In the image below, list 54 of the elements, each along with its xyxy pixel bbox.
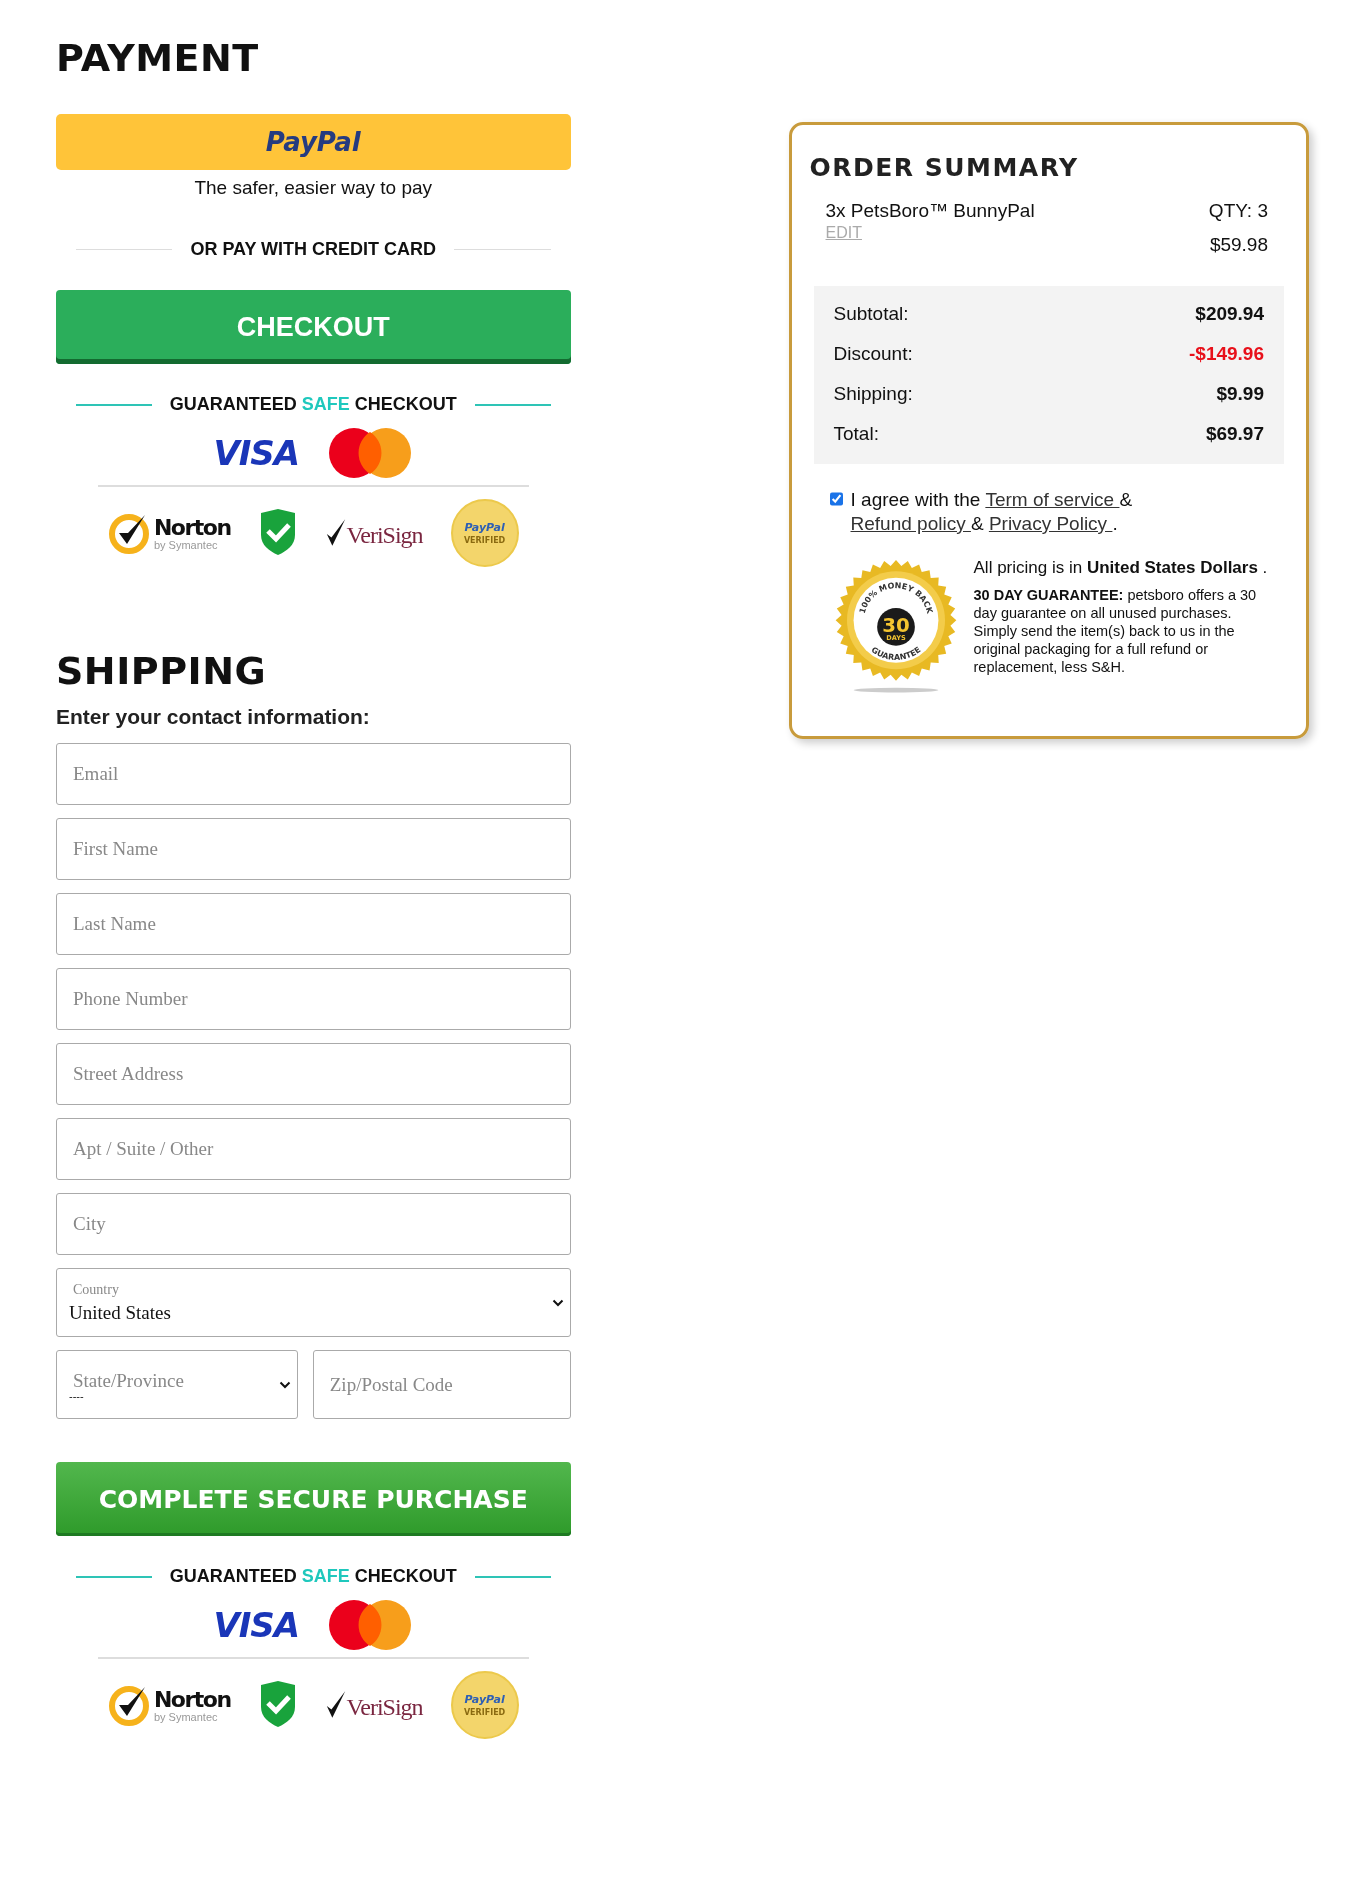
checkmark-circle-icon — [107, 511, 152, 555]
text-field[interactable]: Street Address — [56, 1043, 571, 1105]
text-field[interactable]: Apt / Suite / Other — [56, 1118, 571, 1180]
norton-tagline: by Symantec — [153, 1712, 219, 1723]
total-value: $69.97 — [1205, 423, 1264, 445]
section-title: PAYMENT — [56, 36, 259, 80]
seal-caption: VERIFIED — [463, 1708, 506, 1717]
seal-title: PayPal — [464, 1693, 505, 1706]
policy-link[interactable]: Privacy Policy — [988, 513, 1113, 534]
paypal-button[interactable]: PayPal — [56, 114, 571, 170]
text-field[interactable]: Zip/Postal Code — [312, 1350, 571, 1419]
country-select[interactable]: Country United States — [56, 1268, 571, 1337]
total-value: -$149.96 — [1189, 343, 1264, 365]
guarantee-heading: GUARANTEED SAFE CHECKOUT — [169, 394, 457, 415]
norton-logo-text: Norton — [153, 1687, 231, 1712]
paypal-tagline: The safer, easier way to pay — [193, 177, 434, 199]
policy-link[interactable]: Term of service — [985, 489, 1120, 510]
text-field[interactable]: Last Name — [56, 893, 571, 955]
guarantee-heading: GUARANTEED SAFE CHECKOUT — [169, 1566, 457, 1587]
total-label: Shipping: — [833, 383, 913, 405]
text-field[interactable]: First Name — [56, 818, 571, 880]
money-back-seal-icon — [835, 559, 956, 693]
checkmark-circle-icon — [107, 1683, 152, 1727]
product-name: 3x PetsBoro™ BunnyPal — [825, 200, 1035, 222]
section-subtitle: Enter your contact information: — [56, 705, 371, 729]
pricing-note: All pricing is in United States Dollars . — [973, 558, 1269, 578]
norton-logo-text: Norton — [153, 515, 231, 540]
seal-caption: VERIFIED — [463, 536, 506, 545]
text-field[interactable]: Phone Number — [56, 968, 571, 1030]
chevron-down-icon — [551, 1298, 564, 1307]
norton-tagline: by Symantec — [153, 540, 219, 551]
total-label: Discount: — [833, 343, 913, 365]
section-title: SHIPPING — [56, 649, 267, 693]
text-field[interactable]: Email — [56, 743, 571, 805]
total-value: $209.94 — [1195, 303, 1264, 325]
state-select[interactable]: State/Province ---- — [56, 1350, 298, 1419]
agreement-text: I agree with the Term of service & Refund policy & Privacy Policy . — [850, 488, 1134, 536]
visa-logo: VISA — [213, 433, 300, 473]
total-value: $9.99 — [1216, 383, 1264, 405]
chevron-down-icon — [278, 1380, 291, 1389]
visa-logo: VISA — [213, 1605, 300, 1645]
text-field[interactable]: City — [56, 1193, 571, 1255]
verisign-logo-text: VeriSign — [346, 1694, 423, 1721]
seal-title: PayPal — [464, 521, 505, 534]
quantity-label: QTY: 3 — [1208, 200, 1268, 222]
divider-label: OR PAY WITH CREDIT CARD — [190, 239, 437, 260]
guarantee-text: 30 DAY GUARANTEE: petsboro offers a 30 day guarantee on all unused purchases. Simply send the item(s) back to us in the original packaging for a full refund or replacement, less S&H. — [973, 586, 1258, 676]
agree-checkbox[interactable] — [829, 492, 843, 506]
item-price: $59.98 — [1209, 234, 1268, 256]
policy-link[interactable]: Refund policy — [850, 513, 971, 534]
total-label: Subtotal: — [833, 303, 909, 325]
summary-title: ORDER SUMMARY — [809, 153, 1080, 182]
total-label: Total: — [833, 423, 879, 445]
verisign-logo-text: VeriSign — [346, 522, 423, 549]
